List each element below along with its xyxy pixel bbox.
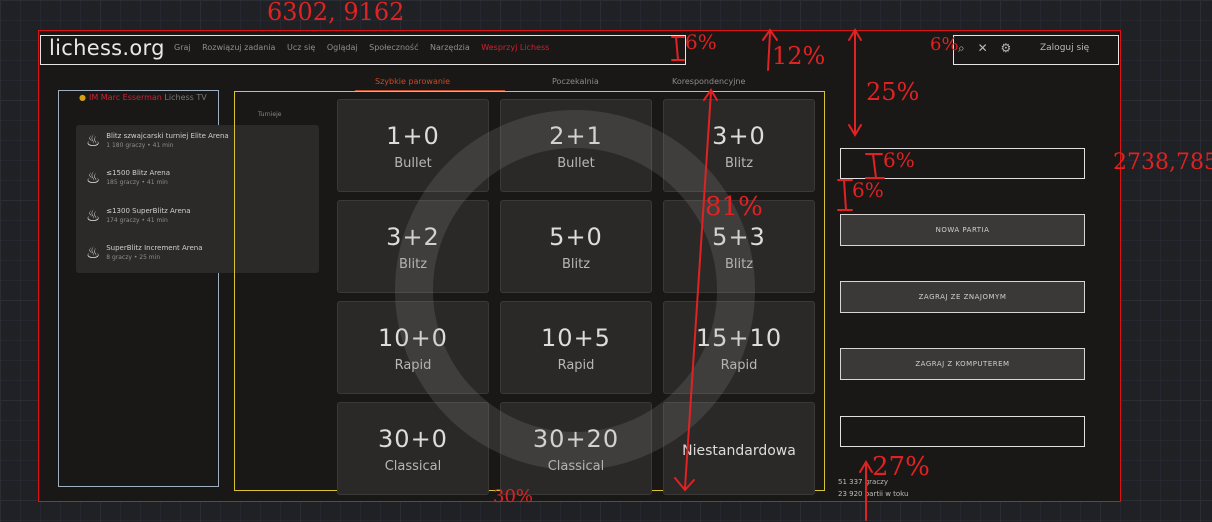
annotation-top-coords: 6302, 9162	[267, 0, 405, 26]
live-icon: ●	[79, 93, 86, 102]
tournament-meta: 174 graczy • 41 min	[106, 216, 168, 224]
flame-icon: ♨	[86, 243, 101, 262]
annotation-right-coords: 2738,785	[1113, 150, 1212, 175]
nav-item-community[interactable]: Społeczność	[369, 43, 418, 52]
nav-item-donate[interactable]: Wesprzyj Lichess	[481, 43, 549, 52]
nav-item-puzzles[interactable]: Rozwiązuj zadania	[202, 43, 275, 52]
tournament-item[interactable]: ♨ ≤1300 SuperBlitz Arena 174 graczy • 41 …	[86, 206, 191, 225]
pool-perf: Classical	[384, 459, 442, 474]
annotation-pct-27: 27%	[872, 452, 930, 482]
site-logo[interactable]: lichess.org	[49, 36, 165, 60]
search-icon[interactable]: ⌕	[958, 41, 965, 55]
tournament-name: ≤1300 SuperBlitz Arena	[106, 206, 191, 215]
nav-item-learn[interactable]: Ucz się	[287, 43, 315, 52]
annotation-pct-header: 6%	[685, 30, 717, 54]
signin-link[interactable]: Zaloguj się	[1040, 43, 1089, 53]
gear-icon[interactable]: ⚙	[1000, 41, 1011, 55]
pool-clock: 3+0	[712, 122, 766, 150]
knight-watermark-icon	[395, 110, 755, 470]
new-game-button[interactable]: NOWA PARTIA	[840, 214, 1085, 246]
flame-icon: ♨	[86, 206, 101, 225]
flame-icon: ♨	[86, 168, 101, 187]
header-icons: ⌕ ✕ ⚙	[958, 41, 1020, 56]
pool-clock: Niestandardowa	[682, 443, 796, 459]
tv-label: Lichess TV	[164, 93, 207, 102]
top-nav: Graj Rozwiązuj zadania Ucz się Oglądaj S…	[174, 43, 558, 52]
annotation-pct-81: 81%	[705, 192, 763, 222]
nav-item-tools[interactable]: Narzędzia	[430, 43, 470, 52]
annotation-pct-right: 6%	[930, 34, 959, 55]
tournament-name: Blitz szwajcarski turniej Elite Arena	[106, 131, 229, 140]
nav-item-watch[interactable]: Oglądaj	[327, 43, 358, 52]
tournament-item[interactable]: ♨ ≤1500 Blitz Arena 185 graczy • 41 min	[86, 168, 170, 187]
tab-correspondence[interactable]: Korespondencyjne	[672, 77, 745, 86]
nav-item-play[interactable]: Graj	[174, 43, 191, 52]
games-count: 23 920 partii w toku	[838, 490, 909, 498]
right-empty-box-top	[840, 148, 1085, 179]
annotation-pct-6-box: 6%	[883, 148, 915, 172]
tournament-name: SuperBlitz Increment Arena	[106, 243, 203, 252]
annotation-pct-bottom: 30%	[493, 486, 534, 507]
annotation-pct-12: 12%	[772, 42, 826, 70]
tournament-item[interactable]: ♨ Blitz szwajcarski turniej Elite Arena 1…	[86, 131, 229, 150]
annotation-pct-6-left: 6%	[852, 178, 884, 202]
lichess-tv-link[interactable]: ● IM Marc Esserman Lichess TV	[79, 93, 207, 102]
tab-lobby[interactable]: Poczekalnia	[552, 77, 599, 86]
play-computer-button[interactable]: ZAGRAJ Z KOMPUTEREM	[840, 348, 1085, 380]
swords-icon[interactable]: ✕	[978, 41, 988, 55]
right-empty-box-bottom	[840, 416, 1085, 447]
tournament-item[interactable]: ♨ SuperBlitz Increment Arena 8 graczy • 2…	[86, 243, 203, 262]
annotation-pct-25: 25%	[866, 78, 920, 106]
tv-player: IM Marc Esserman	[88, 93, 162, 102]
tab-quick-pairing[interactable]: Szybkie parowanie	[375, 77, 450, 86]
tournament-meta: 8 graczy • 25 min	[106, 253, 161, 261]
tournament-meta: 185 graczy • 41 min	[106, 178, 168, 186]
tournament-meta: 1 180 graczy • 41 min	[106, 141, 174, 149]
tournament-name: ≤1500 Blitz Arena	[106, 168, 171, 177]
play-friend-button[interactable]: ZAGRAJ ZE ZNAJOMYM	[840, 281, 1085, 313]
flame-icon: ♨	[86, 131, 101, 150]
